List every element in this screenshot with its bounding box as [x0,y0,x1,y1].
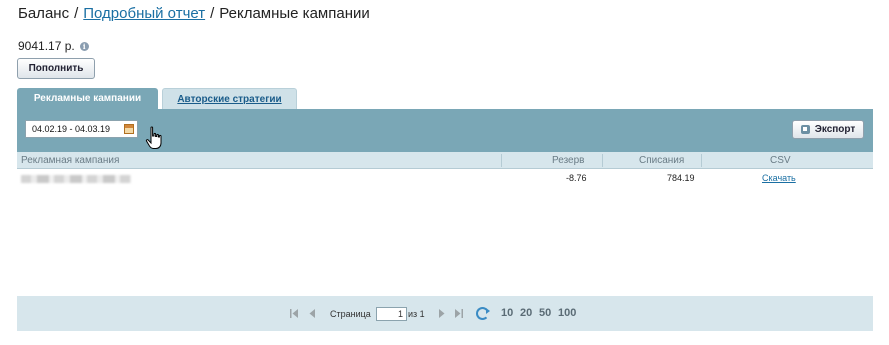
previous-page-icon[interactable] [308,309,317,318]
first-page-icon[interactable] [290,309,299,318]
column-header-csv[interactable]: CSV [770,152,791,169]
column-header-campaign[interactable]: Рекламная кампания [21,152,119,169]
page-count-label: из 1 [408,309,425,319]
column-divider[interactable] [501,154,502,167]
campaign-name-redacted [21,175,131,183]
page-size-option[interactable]: 50 [539,307,551,320]
page-size-option[interactable]: 100 [558,307,576,320]
last-page-icon[interactable] [454,309,463,318]
hand-cursor-icon [145,126,162,149]
breadcrumb-separator: / [74,5,79,22]
filter-toolbar: 04.02.19 - 04.03.19 Экспорт [17,109,873,152]
page-size-option[interactable]: 10 [501,307,513,320]
page-number-input[interactable]: 1 [376,307,407,321]
reserve-value: -8.76 [566,173,587,183]
column-header-reserve[interactable]: Резерв [552,152,584,169]
breadcrumb-balance: Баланс [18,5,70,22]
breadcrumb-detailed-report-link[interactable]: Подробный отчет [83,5,205,22]
charges-value: 784.19 [667,173,695,183]
tab-author-strategies[interactable]: Авторские стратегии [162,88,297,109]
pagination-bar: Страница 1 из 1 10 20 50 100 [17,296,873,331]
refresh-icon[interactable] [476,307,490,320]
column-divider[interactable] [602,154,603,167]
breadcrumb: Баланс / Подробный отчет / Рекламные кампани… [18,5,370,22]
calendar-icon[interactable] [124,124,134,134]
table-header: Рекламная кампания Резерв Списания CSV [17,152,873,169]
download-csv-link[interactable]: Скачать [762,170,796,187]
export-label: Экспорт [814,124,856,135]
breadcrumb-separator: / [210,5,215,22]
tab-ad-campaigns[interactable]: Рекламные кампании [17,88,158,109]
date-range-field[interactable]: 04.02.19 - 04.03.19 [25,120,138,138]
export-button[interactable]: Экспорт [792,120,864,139]
page-label: Страница [330,309,371,319]
date-range-value: 04.02.19 - 04.03.19 [32,124,111,134]
next-page-icon[interactable] [437,309,446,318]
table-row: -8.76 784.19 Скачать [17,170,873,187]
balance-amount: 9041.17 р. [18,39,75,53]
column-divider[interactable] [701,154,702,167]
balance-row: 9041.17 р. i [18,39,89,53]
topup-button[interactable]: Пополнить [17,58,95,79]
page-title: Рекламные кампании [219,5,370,22]
column-header-charges[interactable]: Списания [639,152,684,169]
info-icon[interactable]: i [79,41,89,51]
export-icon [800,125,810,134]
page-size-option[interactable]: 20 [520,307,532,320]
